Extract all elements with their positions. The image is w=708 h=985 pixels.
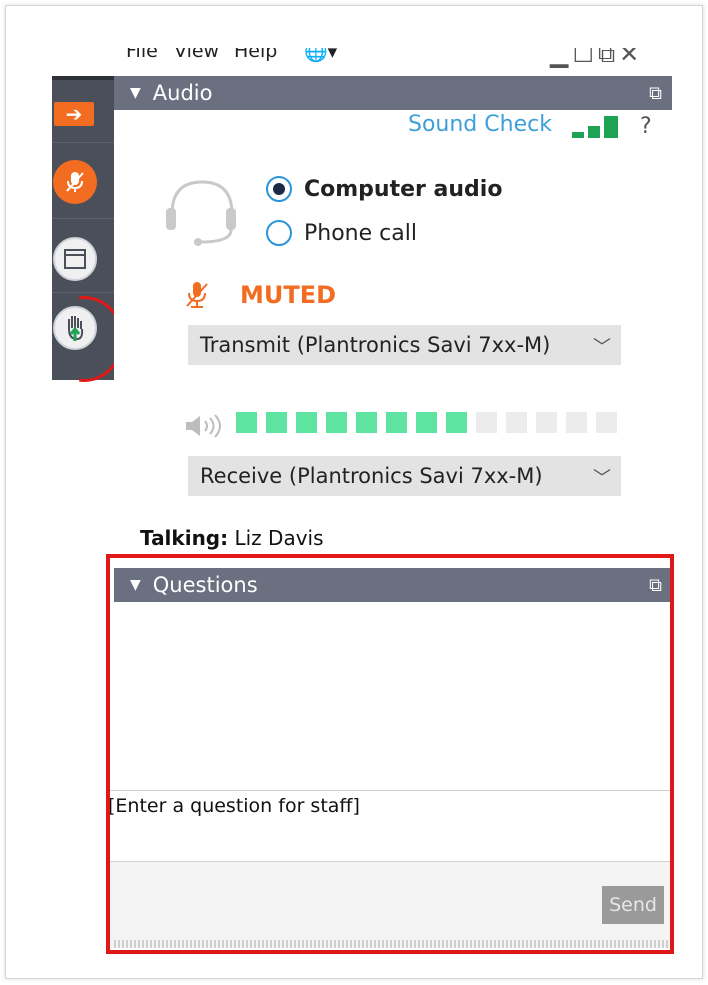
question-input[interactable]: [Enter a question for staff] bbox=[106, 790, 672, 862]
menu-help[interactable]: Help bbox=[234, 48, 277, 62]
volume-segment bbox=[476, 412, 497, 433]
volume-segment bbox=[566, 412, 587, 433]
send-button[interactable]: Send bbox=[602, 886, 664, 924]
chevron-down-icon: ﹀ bbox=[593, 468, 611, 489]
headset-icon bbox=[166, 180, 236, 246]
signal-bars-icon bbox=[572, 116, 622, 138]
collapse-arrow-icon[interactable]: ➔ bbox=[54, 102, 94, 126]
radio-label: Computer audio bbox=[304, 176, 503, 202]
window-controls-icon[interactable]: ▁☐⧉✕ bbox=[550, 48, 643, 68]
globe-language-icon[interactable]: 🌐▾ bbox=[304, 48, 337, 63]
transmit-device-select[interactable]: Transmit (Plantronics Savi 7xx-M) ﹀ bbox=[188, 325, 621, 365]
volume-segment bbox=[386, 412, 407, 433]
questions-pane-title: Questions bbox=[152, 573, 258, 597]
help-button[interactable]: ? bbox=[640, 114, 652, 139]
radio-label: Phone call bbox=[304, 220, 417, 246]
radio-computer-audio[interactable]: Computer audio bbox=[266, 176, 502, 202]
menu-bar: File View Help 🌐▾ ▁☐⧉✕ bbox=[114, 48, 672, 74]
talking-indicator: Talking: Liz Davis bbox=[140, 526, 324, 550]
menu-file[interactable]: File bbox=[126, 48, 158, 62]
speaker-icon bbox=[186, 414, 221, 438]
questions-log bbox=[114, 602, 672, 788]
transmit-device-value: Transmit (Plantronics Savi 7xx-M) bbox=[200, 333, 551, 357]
volume-segment bbox=[356, 412, 377, 433]
mic-muted-icon bbox=[186, 282, 208, 308]
audio-pane-header[interactable]: ▼ Audio ⧉ bbox=[114, 76, 672, 110]
volume-segment bbox=[236, 412, 257, 433]
muted-label: MUTED bbox=[240, 281, 337, 309]
send-bar: Send bbox=[106, 862, 672, 948]
popout-icon[interactable]: ⧉ bbox=[649, 575, 662, 596]
collapse-triangle-icon: ▼ bbox=[130, 577, 141, 593]
mute-mic-button[interactable] bbox=[53, 160, 97, 204]
audio-pane-title: Audio bbox=[152, 81, 213, 105]
window-icon bbox=[64, 249, 86, 269]
resize-grip[interactable] bbox=[114, 940, 670, 948]
volume-segment bbox=[506, 412, 527, 433]
mute-status: MUTED bbox=[184, 280, 336, 310]
popout-icon[interactable]: ⧉ bbox=[649, 83, 662, 104]
chevron-down-icon: ﹀ bbox=[593, 337, 611, 358]
radio-button[interactable] bbox=[266, 220, 292, 246]
control-panel: File View Help 🌐▾ ▁☐⧉✕ ▼ Audio ⧉ Sound C… bbox=[106, 48, 672, 948]
talking-label: Talking: bbox=[140, 526, 229, 550]
volume-segment bbox=[536, 412, 557, 433]
receive-device-select[interactable]: Receive (Plantronics Savi 7xx-M) ﹀ bbox=[188, 456, 621, 496]
questions-pane-header[interactable]: ▼ Questions ⧉ bbox=[114, 568, 672, 602]
collapse-triangle-icon: ▼ bbox=[130, 85, 141, 101]
mic-muted-icon bbox=[66, 172, 84, 192]
menu-view[interactable]: View bbox=[174, 48, 219, 62]
receive-device-value: Receive (Plantronics Savi 7xx-M) bbox=[200, 464, 543, 488]
volume-segment bbox=[266, 412, 287, 433]
volume-segment bbox=[596, 412, 617, 433]
volume-segment bbox=[416, 412, 437, 433]
volume-meter bbox=[236, 412, 617, 433]
talking-name: Liz Davis bbox=[234, 526, 324, 550]
volume-segment bbox=[446, 412, 467, 433]
volume-segment bbox=[296, 412, 317, 433]
radio-phone-call[interactable]: Phone call bbox=[266, 220, 417, 246]
sound-check-link[interactable]: Sound Check bbox=[408, 112, 552, 137]
radio-button[interactable] bbox=[266, 176, 292, 202]
volume-segment bbox=[326, 412, 347, 433]
window-toggle-button[interactable] bbox=[53, 237, 97, 281]
